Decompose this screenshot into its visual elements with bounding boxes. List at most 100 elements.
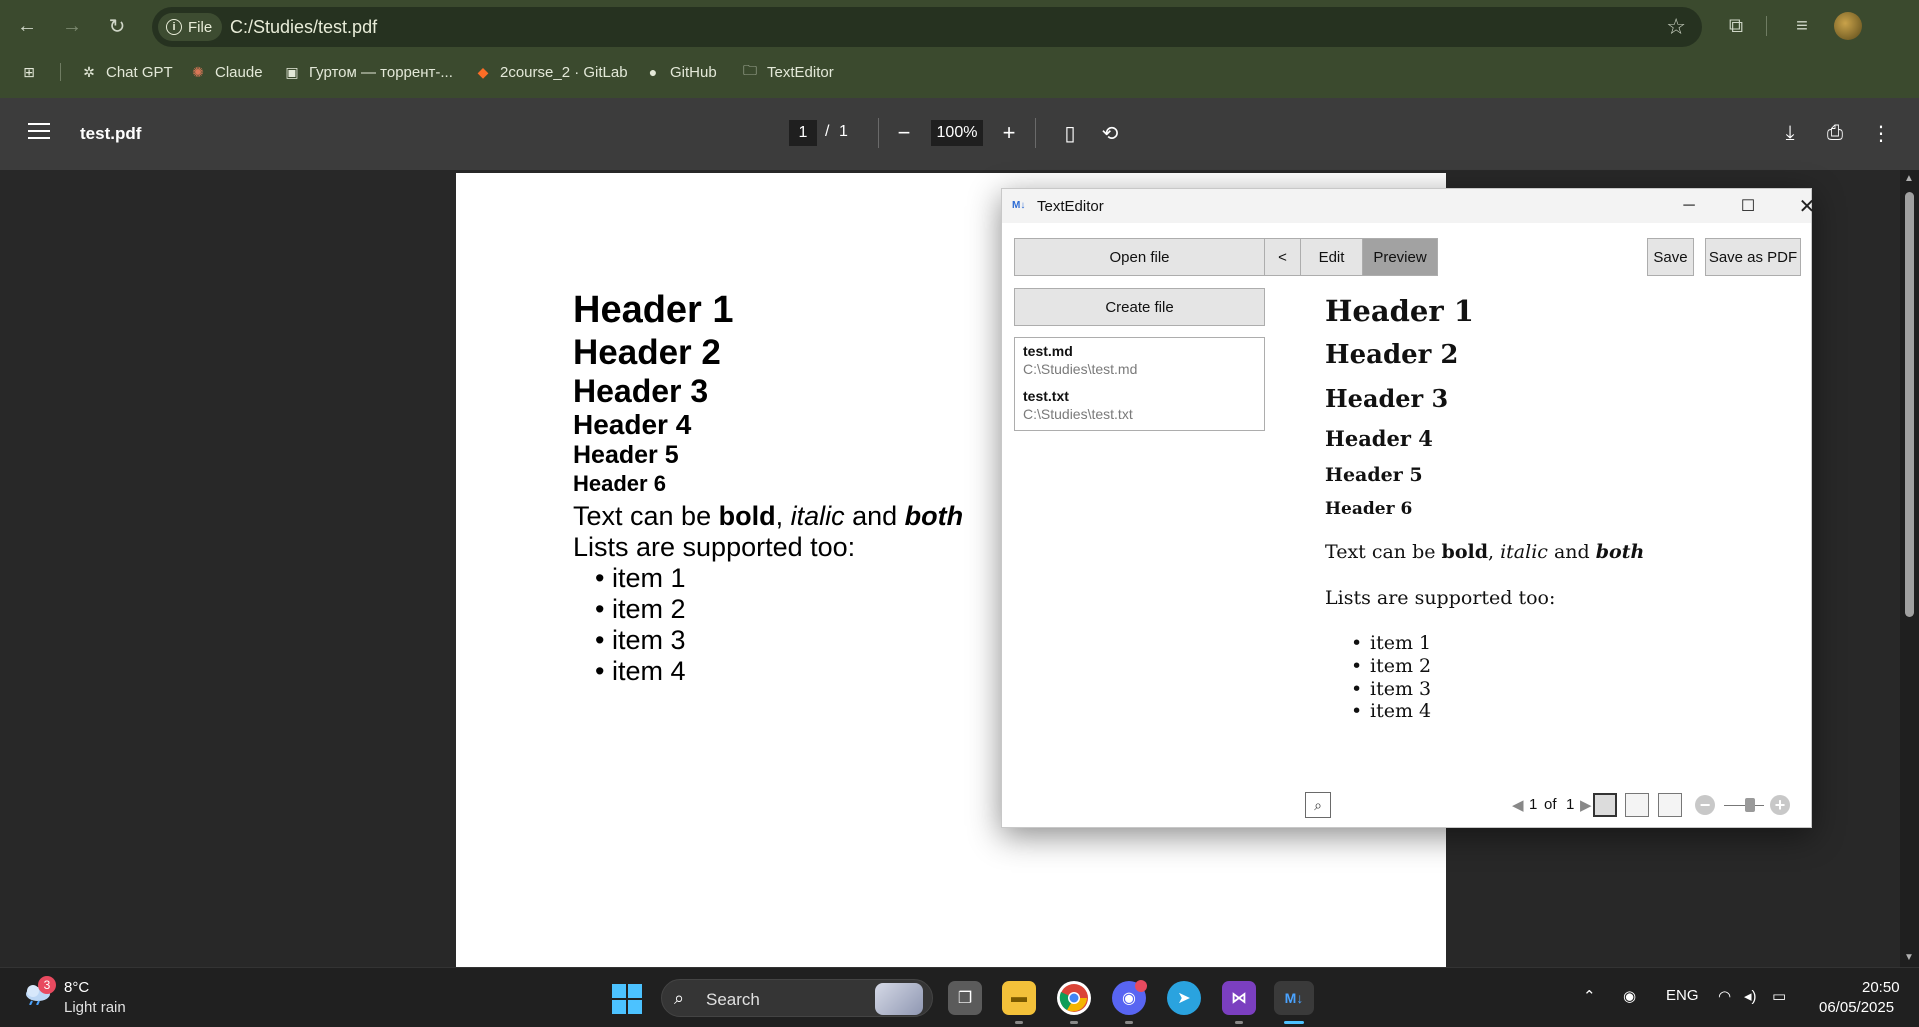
- file-list-item[interactable]: test.txt C:\Studies\test.txt: [1023, 387, 1133, 423]
- file-name: test.md: [1023, 343, 1073, 359]
- bookmark-hurtom[interactable]: ▣ Гуртом — торрент-...: [283, 56, 453, 88]
- minimize-icon[interactable]: ─: [1666, 193, 1712, 219]
- weather-temperature[interactable]: 8°C: [64, 979, 89, 996]
- clock-time[interactable]: 20:50: [1862, 979, 1900, 996]
- markdown-editor-icon[interactable]: M↓: [1274, 981, 1314, 1015]
- reload-icon[interactable]: ↻: [101, 10, 133, 42]
- media-controls-icon[interactable]: ≡: [1788, 12, 1816, 40]
- list-item: item 3: [1351, 678, 1431, 700]
- pdf-scrollbar[interactable]: ▲ ▼: [1900, 170, 1919, 967]
- back-button[interactable]: <: [1264, 238, 1301, 276]
- scrollbar-thumb[interactable]: [1905, 192, 1914, 617]
- file-explorer-icon[interactable]: ▬: [1002, 981, 1036, 1015]
- rotate-icon[interactable]: ⟲: [1095, 118, 1125, 148]
- file-path: C:\Studies\test.md: [1023, 361, 1138, 377]
- folder-icon: 🗀: [743, 62, 757, 78]
- zoom-slider-track[interactable]: [1724, 805, 1764, 806]
- bookmark-chatgpt[interactable]: ✲ Chat GPT: [80, 56, 173, 88]
- site-info-chip[interactable]: i File: [158, 13, 223, 41]
- clock-date[interactable]: 06/05/2025: [1819, 999, 1894, 1016]
- weather-description[interactable]: Light rain: [64, 999, 126, 1016]
- book-view-icon[interactable]: [1658, 793, 1682, 817]
- address-bar[interactable]: i File C:/Studies/test.pdf ☆: [152, 7, 1702, 47]
- telegram-icon[interactable]: ➤: [1167, 981, 1201, 1015]
- status-total-pages: 1: [1566, 796, 1575, 813]
- windows-start-icon[interactable]: [612, 984, 642, 1014]
- preview-header-2: Header 2: [1325, 340, 1459, 370]
- zoom-out-icon[interactable]: −: [889, 118, 919, 148]
- bookmark-gitlab[interactable]: ◆ 2course_2 · GitLab: [474, 56, 628, 88]
- bookmark-texteditor[interactable]: 🗀 TextEditor: [741, 56, 834, 88]
- preview-header-6: Header 6: [1325, 499, 1413, 519]
- scroll-down-arrow-icon[interactable]: ▼: [1904, 952, 1914, 963]
- pdf-header-6: Header 6: [573, 471, 666, 496]
- chrome-icon[interactable]: [1057, 981, 1091, 1015]
- zoom-level-input[interactable]: 100%: [931, 120, 983, 146]
- edit-tab-button[interactable]: Edit: [1300, 238, 1363, 276]
- taskbar-search-box[interactable]: ⌕ Search: [661, 979, 933, 1017]
- two-page-view-icon[interactable]: [1625, 793, 1649, 817]
- apps-grid-icon[interactable]: ⊞: [20, 56, 38, 88]
- preview-header-4: Header 4: [1325, 426, 1433, 451]
- back-arrow-icon[interactable]: ←: [11, 10, 43, 42]
- profile-avatar[interactable]: [1834, 12, 1862, 40]
- zoom-plus-icon[interactable]: +: [1770, 795, 1790, 815]
- discord-tray-icon[interactable]: ◉: [1623, 987, 1636, 1005]
- list-item: item 4: [595, 656, 963, 687]
- create-file-button[interactable]: Create file: [1014, 288, 1265, 326]
- hamburger-menu-icon[interactable]: [28, 123, 50, 143]
- show-hidden-icons-icon[interactable]: ⌃: [1583, 987, 1596, 1005]
- texteditor-titlebar[interactable]: M↓ TextEditor ─ ☐ ✕: [1002, 189, 1815, 223]
- language-indicator[interactable]: ENG: [1666, 987, 1699, 1004]
- bold-italic-text: both: [1595, 541, 1645, 563]
- battery-icon[interactable]: ▭: [1772, 987, 1786, 1005]
- zoom-slider-thumb[interactable]: [1745, 798, 1755, 812]
- bold-text: bold: [718, 501, 776, 531]
- bookmark-star-icon[interactable]: ☆: [1666, 14, 1686, 40]
- find-icon[interactable]: ⌕: [1305, 792, 1331, 818]
- preview-tab-button[interactable]: Preview: [1362, 238, 1438, 276]
- forward-arrow-icon[interactable]: →: [56, 10, 88, 42]
- maximize-icon[interactable]: ☐: [1725, 193, 1771, 219]
- pdf-header-5: Header 5: [573, 441, 679, 469]
- toolbar-divider: [1035, 118, 1036, 148]
- url-text[interactable]: C:/Studies/test.pdf: [230, 17, 377, 38]
- extensions-icon[interactable]: ⧉: [1722, 12, 1750, 40]
- list-item: item 2: [595, 594, 963, 625]
- zoom-minus-icon[interactable]: −: [1695, 795, 1715, 815]
- download-icon[interactable]: ⤓: [1775, 118, 1805, 148]
- file-list-item[interactable]: test.md C:\Studies\test.md: [1023, 342, 1137, 378]
- save-button[interactable]: Save: [1647, 238, 1694, 276]
- zoom-in-icon[interactable]: +: [994, 118, 1024, 148]
- more-options-icon[interactable]: ⋮: [1866, 118, 1896, 148]
- page-number-input[interactable]: 1: [789, 120, 817, 146]
- italic-text: italic: [790, 501, 845, 531]
- recent-files-list: test.md C:\Studies\test.md test.txt C:\S…: [1014, 337, 1265, 431]
- task-view-icon[interactable]: ❐: [948, 981, 982, 1015]
- visual-studio-icon[interactable]: ⋈: [1222, 981, 1256, 1015]
- pdf-bullet-list: item 1 item 2 item 3 item 4: [595, 563, 963, 687]
- save-as-pdf-button[interactable]: Save as PDF: [1705, 238, 1801, 276]
- open-file-button[interactable]: Open file: [1014, 238, 1265, 276]
- total-pages: 1: [839, 123, 848, 140]
- pdf-header-2: Header 2: [573, 333, 721, 372]
- previous-page-icon[interactable]: ◀: [1512, 796, 1524, 814]
- preview-formatting-line: Text can be bold, italic and both: [1325, 541, 1644, 563]
- next-page-icon[interactable]: ▶: [1580, 796, 1592, 814]
- bookmark-github[interactable]: ● GitHub: [644, 56, 717, 88]
- text-segment: ,: [1488, 541, 1501, 563]
- fit-page-icon[interactable]: ▯: [1055, 118, 1085, 148]
- close-icon[interactable]: ✕: [1784, 193, 1830, 219]
- scroll-up-arrow-icon[interactable]: ▲: [1904, 173, 1914, 184]
- print-icon[interactable]: ⎙: [1820, 118, 1850, 148]
- volume-icon[interactable]: ◂): [1744, 987, 1757, 1005]
- windows-taskbar: 3 8°C Light rain ⌕ Search ❐ ▬ ◉ ➤ ⋈ M↓ ⌃…: [0, 967, 1919, 1027]
- list-item: item 1: [595, 563, 963, 594]
- bookmark-claude[interactable]: ✺ Claude: [189, 56, 262, 88]
- single-page-view-icon[interactable]: [1593, 793, 1617, 817]
- wifi-icon[interactable]: ◠: [1718, 987, 1731, 1005]
- text-segment: and: [844, 501, 905, 531]
- toolbar-divider: [878, 118, 879, 148]
- text-segment: Text can be: [573, 501, 719, 531]
- running-indicator: [1125, 1021, 1133, 1024]
